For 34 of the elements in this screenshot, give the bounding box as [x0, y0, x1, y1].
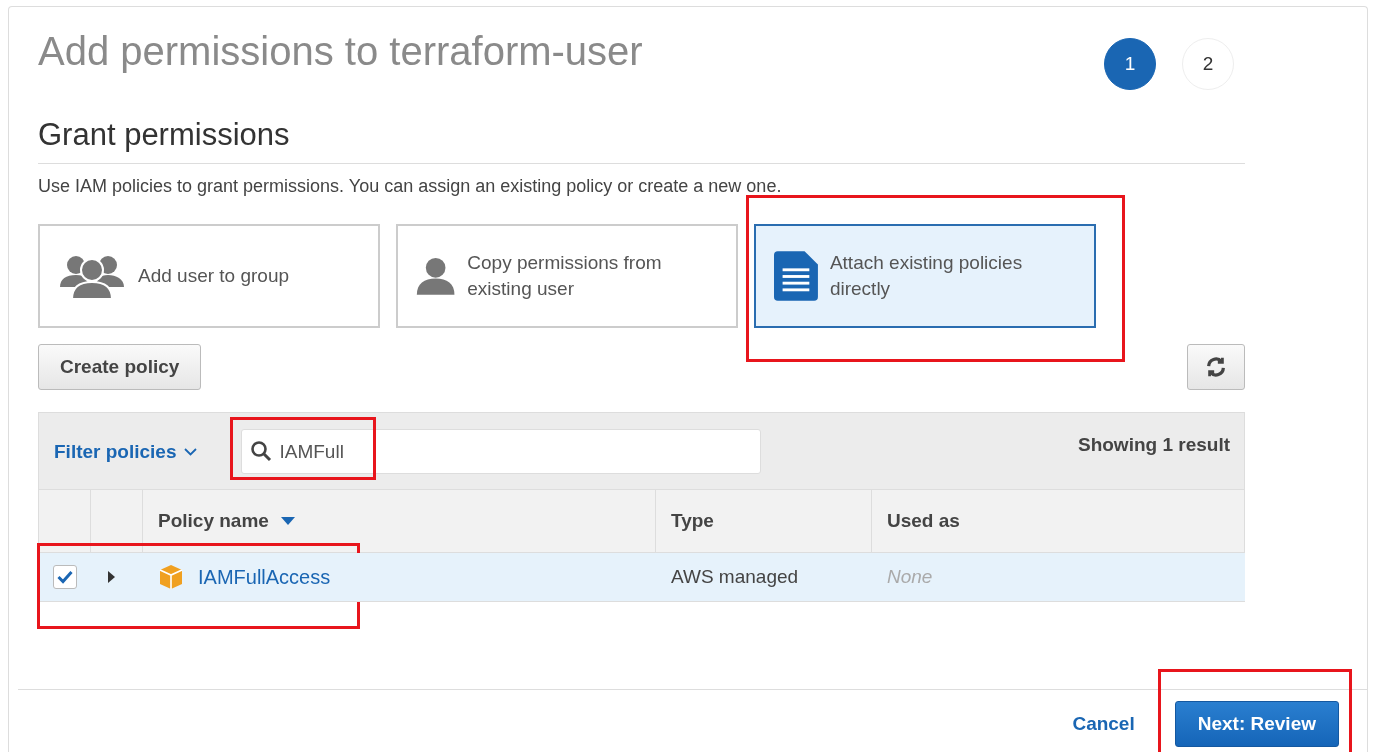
- checkmark-icon: [57, 570, 73, 584]
- option-label: Add user to group: [138, 264, 290, 288]
- column-header[interactable]: Policy name: [158, 510, 269, 532]
- search-icon: [250, 440, 273, 462]
- section-description: Use IAM policies to grant permissions. You can assign an existing policy or create a new one.: [38, 176, 783, 197]
- step-indicator[interactable]: 2: [1182, 38, 1234, 90]
- step-indicator[interactable]: 1: [1104, 38, 1156, 90]
- search-field[interactable]: IAMFull: [241, 429, 762, 474]
- cancel-link[interactable]: Cancel: [1072, 713, 1135, 735]
- permission-option[interactable]: Copy permissions from existing user: [396, 224, 738, 328]
- section-heading: Grant permissions: [38, 117, 1245, 164]
- refresh-icon: [1205, 356, 1227, 378]
- create-policy-button[interactable]: Create policy: [38, 344, 202, 390]
- policy-name-link[interactable]: IAMFullAccess: [198, 565, 331, 589]
- option-label: Copy permissions from existing user: [467, 251, 663, 301]
- table-cell: None: [887, 566, 933, 588]
- column-header: Used as: [887, 510, 960, 532]
- sort-caret-icon: [280, 517, 295, 525]
- table-cell: AWS managed: [671, 566, 799, 588]
- document-icon: [774, 250, 818, 302]
- option-label: Attach existing policies directly: [829, 251, 1024, 301]
- cube-icon: [158, 564, 184, 590]
- result-count: Showing 1 result: [1077, 434, 1230, 456]
- permission-option[interactable]: Add user to group: [38, 224, 380, 328]
- permission-option[interactable]: Attach existing policies directly: [754, 224, 1096, 328]
- column-header: Type: [671, 510, 714, 532]
- users-icon: [58, 253, 126, 299]
- next-review-button[interactable]: Next: Review: [1174, 701, 1339, 747]
- refresh-button[interactable]: [1187, 344, 1245, 390]
- filter-policies-dropdown[interactable]: Filter policies: [54, 441, 198, 463]
- page-title: Add permissions to terraform-user: [38, 29, 643, 74]
- row-checkbox[interactable]: [53, 565, 77, 589]
- caret-right-icon[interactable]: [106, 571, 116, 583]
- chevron-down-icon: [184, 448, 198, 456]
